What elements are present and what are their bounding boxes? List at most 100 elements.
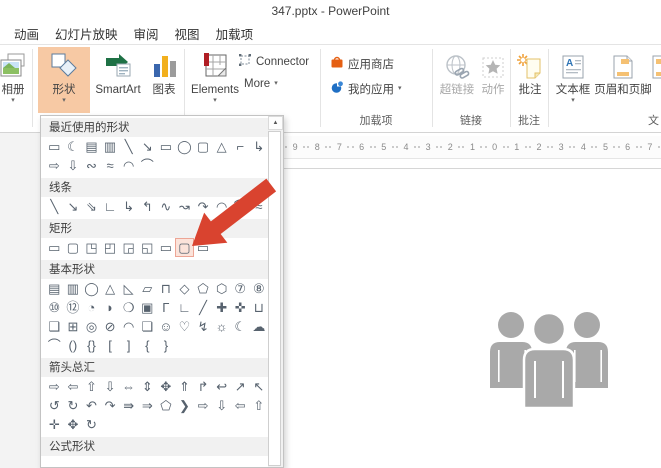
shape-smiley-face[interactable]: ☺ — [157, 317, 176, 336]
shape-snip-round-single-corner-rectangle[interactable]: ◱ — [138, 238, 157, 257]
shape-isoceles-triangle[interactable]: △ — [212, 137, 231, 156]
tab-slideshow[interactable]: 幻灯片放映 — [55, 24, 118, 43]
shape-diamond[interactable]: ◇ — [175, 279, 194, 298]
shape-left-brace[interactable]: { — [138, 336, 157, 355]
shape-cube[interactable]: ❑ — [45, 317, 64, 336]
shape-decagon[interactable]: ⑩ — [45, 298, 64, 317]
shape-curved-right-arrow[interactable]: ↻ — [64, 396, 83, 415]
shape-elbow-connector[interactable]: ∟ — [101, 197, 120, 216]
smartart-button[interactable]: SmartArt — [92, 47, 144, 96]
shape-folded-corner[interactable]: ❏ — [138, 317, 157, 336]
shape-right-bracket[interactable]: ] — [119, 336, 138, 355]
hyperlink-button[interactable]: 超链接 — [438, 47, 476, 96]
shape-arc[interactable]: ◠ — [119, 156, 138, 175]
scrollbar-thumb[interactable] — [268, 131, 281, 466]
shape-curved-double-arrow-connector[interactable]: ↷ — [194, 197, 213, 216]
shape-bent-up-arrow[interactable]: ↗ — [231, 377, 250, 396]
shape-text-box[interactable]: ▤ — [82, 137, 101, 156]
shape-down-arrow[interactable]: ⇩ — [64, 156, 83, 175]
tab-view[interactable]: 视图 — [175, 24, 200, 43]
shape-right-brace[interactable]: } — [157, 336, 176, 355]
shape-left-right-up-arrow[interactable]: ⇑ — [175, 377, 194, 396]
shape-quad-arrow[interactable]: ✥ — [157, 377, 176, 396]
slide-canvas[interactable] — [284, 169, 661, 468]
slide-number-button-partial[interactable] — [648, 47, 661, 81]
shape-curved-down-arrow[interactable]: ↷ — [101, 396, 120, 415]
shape-text-box[interactable]: ▤ — [45, 279, 64, 298]
shape-curve[interactable]: ◠ — [212, 197, 231, 216]
shape-left-right-arrow-callout[interactable]: ✛ — [45, 415, 64, 434]
shape-vertical-text-box[interactable]: ▥ — [64, 279, 83, 298]
shape-bevel[interactable]: ⊞ — [64, 317, 83, 336]
shape-round-single-corner-rectangle[interactable]: ▭ — [157, 238, 176, 257]
shape-left-arrow[interactable]: ⇦ — [64, 377, 83, 396]
shape-snip-same-side-corner-rectangle[interactable]: ◰ — [101, 238, 120, 257]
action-button[interactable]: 动作 — [478, 47, 508, 96]
shape-dodecagon[interactable]: ⑫ — [64, 298, 83, 317]
shape-rectangle-2[interactable]: ▭ — [157, 137, 176, 156]
shape-quad-arrow-callout[interactable]: ✥ — [64, 415, 83, 434]
shape-right-arrow-callout[interactable]: ⇨ — [194, 396, 213, 415]
chart-button[interactable]: 图表 — [146, 47, 182, 96]
shape-line-double-arrow[interactable]: ⇘ — [82, 197, 101, 216]
shape-curved-up-arrow[interactable]: ↶ — [82, 396, 101, 415]
shape-moon[interactable]: ☾ — [64, 137, 83, 156]
shape-line[interactable]: ╲ — [119, 137, 138, 156]
connector-button[interactable]: Connector — [238, 53, 309, 70]
shape-rounded-rectangle[interactable]: ▢ — [194, 137, 213, 156]
shape-snip-single-corner-rectangle[interactable]: ◳ — [82, 238, 101, 257]
shape-down-arrow[interactable]: ⇩ — [101, 377, 120, 396]
shape-arc[interactable]: ⌒ — [45, 336, 64, 355]
shape-hexagon[interactable]: ⬡ — [212, 279, 231, 298]
shape-curved-connector[interactable]: ∿ — [157, 197, 176, 216]
shape-left-arrow-callout[interactable]: ⇦ — [231, 396, 250, 415]
shape-oval[interactable]: ◯ — [175, 137, 194, 156]
shape-left-right-arrow[interactable]: ⇔ — [119, 377, 138, 396]
shape-regular-pentagon[interactable]: ⬠ — [194, 279, 213, 298]
shape-cross[interactable]: ✚ — [212, 298, 231, 317]
shape-elbow-connector[interactable]: ⌐ — [231, 137, 250, 156]
my-apps-button[interactable]: 我的应用 ▾ — [330, 80, 402, 97]
shape-left-bracket[interactable]: [ — [101, 336, 120, 355]
shape-block-arc[interactable]: ◠ — [119, 317, 138, 336]
shape-curved-left-arrow[interactable]: ↺ — [45, 396, 64, 415]
shape-up-down-arrow[interactable]: ⇕ — [138, 377, 157, 396]
header-footer-button[interactable]: 页眉和页脚 — [594, 47, 652, 96]
app-store-button[interactable]: 应用商店 — [330, 55, 394, 72]
shape-trapezoid[interactable]: ⊓ — [157, 279, 176, 298]
shape-bent-arrow[interactable]: ↱ — [194, 377, 213, 396]
shape-up-arrow[interactable]: ⇧ — [82, 377, 101, 396]
shape-donut[interactable]: ◎ — [82, 317, 101, 336]
tab-addins[interactable]: 加载项 — [216, 24, 254, 43]
shape-can[interactable]: ⊔ — [250, 298, 269, 317]
shape-chevron[interactable]: ❯ — [175, 396, 194, 415]
shape-moon[interactable]: ☾ — [231, 317, 250, 336]
shape-right-arrow[interactable]: ⇨ — [45, 156, 64, 175]
shape-chord[interactable]: ◗ — [101, 298, 120, 317]
shape-round-diagonal-corner-rectangle[interactable]: ▭ — [194, 238, 213, 257]
shape-pie[interactable]: ◔ — [82, 298, 101, 317]
shape-freeform[interactable]: ∾ — [82, 156, 101, 175]
shape-rectangle[interactable]: ▭ — [45, 238, 64, 257]
shape-rounded-rectangle[interactable]: ▢ — [64, 238, 83, 257]
shape-elbow-arrow-connector[interactable]: ↳ — [250, 137, 269, 156]
shape-isoceles-triangle[interactable]: △ — [101, 279, 120, 298]
shape-scribble[interactable]: ≈ — [250, 197, 269, 216]
shape-up-arrow-callout[interactable]: ⇧ — [250, 396, 269, 415]
more-button[interactable]: More ▾ — [244, 78, 278, 90]
shape-double-brace[interactable]: {} — [82, 336, 101, 355]
shape-u-turn-arrow[interactable]: ↩ — [212, 377, 231, 396]
shape-snip-diagonal-corner-rectangle[interactable]: ◲ — [119, 238, 138, 257]
shape-elbow-arrow-connector[interactable]: ↳ — [119, 197, 138, 216]
shape-oval[interactable]: ◯ — [82, 279, 101, 298]
shape-scribble[interactable]: ≈ — [101, 156, 120, 175]
shape-striped-right-arrow[interactable]: ⇛ — [119, 396, 138, 415]
shape-rectangle[interactable]: ▭ — [45, 137, 64, 156]
elements-button[interactable]: Elements ▾ — [190, 47, 240, 104]
shape-cloud[interactable]: ☁ — [250, 317, 269, 336]
shape-octagon[interactable]: ⑧ — [250, 279, 269, 298]
scrollbar-up-icon[interactable]: ▲ — [268, 116, 283, 130]
shape-sun[interactable]: ☼ — [212, 317, 231, 336]
shape-circular-arrow[interactable]: ↻ — [82, 415, 101, 434]
shape-line-arrow[interactable]: ↘ — [64, 197, 83, 216]
